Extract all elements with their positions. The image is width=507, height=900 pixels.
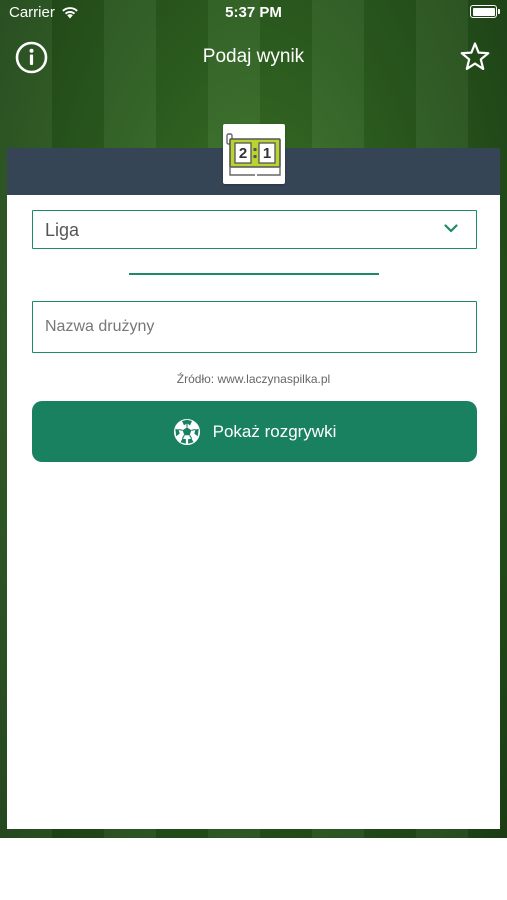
status-time: 5:37 PM (225, 4, 282, 21)
chevron-down-icon (444, 224, 458, 233)
show-matches-button[interactable]: Pokaż rozgrywki (32, 401, 477, 462)
card-body (7, 195, 500, 829)
divider-line (129, 273, 379, 275)
team-name-input[interactable] (33, 302, 476, 352)
score-right: 1 (263, 145, 271, 162)
scoreboard-icon: 2 1 (226, 133, 281, 176)
app-screen: Carrier 5:37 PM Podaj wynik 2 1 Liga Naz… (0, 0, 507, 838)
page-title: Podaj wynik (202, 46, 305, 67)
navigation-bar: Podaj wynik (0, 36, 507, 80)
show-matches-label: Pokaż rozgrywki (212, 421, 337, 441)
scoreboard-logo: 2 1 (223, 124, 285, 184)
battery-icon (470, 5, 500, 18)
team-name-field[interactable] (32, 301, 477, 353)
score-left: 2 (239, 145, 247, 162)
soccer-ball-icon (173, 418, 200, 445)
league-select[interactable]: Liga (32, 210, 477, 249)
star-icon[interactable] (459, 41, 491, 73)
status-bar: Carrier 5:37 PM (0, 0, 507, 28)
source-text: Źródło: www.laczynaspilka.pl (176, 372, 331, 386)
league-select-value: Liga (45, 220, 80, 240)
battery-fill (472, 7, 495, 16)
